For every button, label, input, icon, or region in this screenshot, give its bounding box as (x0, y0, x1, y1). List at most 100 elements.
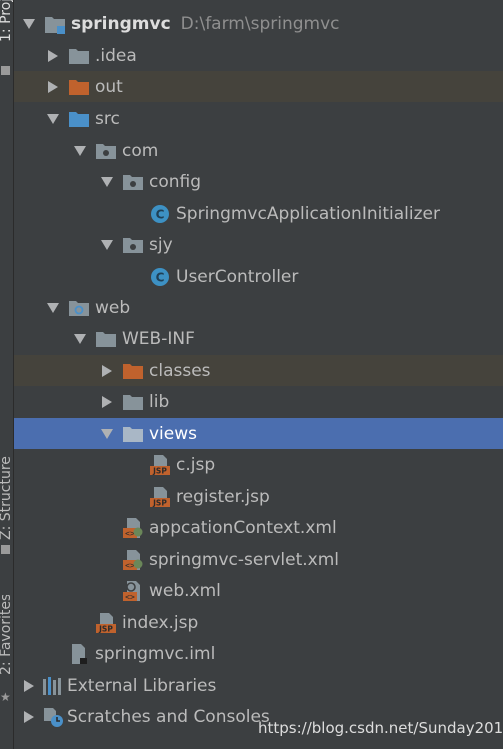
tree-item-label: appcationContext.xml (149, 517, 337, 538)
tree-row-sjy[interactable]: sjy (14, 229, 503, 260)
tree-row-views[interactable]: views (14, 418, 503, 449)
tree-row-c-jsp[interactable]: JSP c.jsp (14, 449, 503, 480)
tree-row-springmvc-servlet-xml[interactable]: <> springmvc-servlet.xml (14, 544, 503, 575)
folder-icon (95, 328, 117, 350)
tree-item-label: config (149, 171, 202, 192)
tree-item-label: WEB-INF (122, 328, 195, 349)
watermark: https://blog.csdn.net/Sunday2017 (258, 719, 503, 737)
tree-row-index-jsp[interactable]: JSP index.jsp (14, 607, 503, 638)
svg-text:<>: <> (125, 529, 135, 538)
tree-row-usercontroller[interactable]: C UserController (14, 261, 503, 292)
tree-row-external-libraries[interactable]: External Libraries (14, 670, 503, 701)
tree-item-label: out (95, 76, 123, 97)
expand-arrow-icon[interactable] (96, 171, 118, 193)
folder-icon (122, 391, 144, 413)
tree-row-lib[interactable]: lib (14, 386, 503, 417)
tree-item-label: SpringmvcApplicationInitializer (176, 203, 440, 224)
excluded-folder-icon (122, 360, 144, 382)
tree-item-label: index.jsp (122, 612, 199, 633)
star-icon: ★ (0, 690, 11, 704)
tree-item-label: web (95, 297, 131, 318)
package-icon (95, 140, 117, 162)
folder-icon (122, 423, 144, 445)
spring-xml-icon: <> (122, 549, 144, 571)
tree-item-label: c.jsp (176, 454, 216, 475)
svg-text:<>: <> (125, 592, 135, 601)
iml-file-icon (68, 643, 90, 665)
expand-arrow-icon[interactable] (18, 13, 40, 35)
svg-text:JSP: JSP (98, 624, 113, 633)
web-folder-icon (68, 297, 90, 319)
svg-text:<>: <> (125, 561, 135, 570)
favorites-tool-tab[interactable]: 2: Favorites (0, 595, 14, 675)
structure-tab-icon (1, 545, 10, 554)
scratches-icon (42, 706, 64, 728)
expand-arrow-icon[interactable] (42, 297, 64, 319)
tree-item-label: springmvc-servlet.xml (149, 549, 339, 570)
svg-text:C: C (156, 270, 165, 284)
class-icon: C (149, 266, 171, 288)
tree-row-com[interactable]: com (14, 135, 503, 166)
tree-item-label: sjy (149, 234, 173, 255)
tree-item-label: com (122, 140, 159, 161)
expand-arrow-icon[interactable] (96, 391, 118, 413)
svg-text:JSP: JSP (152, 466, 167, 475)
libraries-icon (42, 675, 64, 697)
tree-row-springmvc-iml[interactable]: springmvc.iml (14, 638, 503, 669)
tree-row-idea[interactable]: .idea (14, 40, 503, 71)
excluded-folder-icon (68, 76, 90, 98)
expand-arrow-icon[interactable] (42, 108, 64, 130)
expand-arrow-icon[interactable] (42, 76, 64, 98)
jsp-file-icon: JSP (149, 486, 171, 508)
tree-row-src[interactable]: src (14, 103, 503, 134)
module-folder-icon (44, 13, 66, 35)
expand-arrow-icon[interactable] (18, 706, 40, 728)
package-icon (122, 171, 144, 193)
expand-arrow-icon[interactable] (96, 423, 118, 445)
tree-row-out[interactable]: out (14, 71, 503, 102)
project-tree[interactable]: springmvc D:\farm\springmvc .idea out sr… (14, 0, 503, 749)
tree-item-label: External Libraries (67, 675, 217, 696)
expand-arrow-icon[interactable] (96, 234, 118, 256)
tool-window-strip: 1: Proje Z: Structure 2: Favorites ★ (0, 0, 14, 749)
class-icon: C (149, 203, 171, 225)
tree-item-label: src (95, 108, 120, 129)
tree-item-label: UserController (176, 266, 299, 287)
project-tool-tab[interactable]: 1: Proje (0, 0, 14, 42)
tree-item-label: springmvc.iml (95, 643, 216, 664)
tree-row-initializer[interactable]: C SpringmvcApplicationInitializer (14, 198, 503, 229)
tree-item-label: lib (149, 391, 170, 412)
svg-text:JSP: JSP (152, 498, 167, 507)
folder-icon (68, 45, 90, 67)
expand-arrow-icon[interactable] (69, 140, 91, 162)
tree-item-label: Scratches and Consoles (67, 706, 270, 727)
tree-item-label: web.xml (149, 580, 221, 601)
root-path: D:\farm\springmvc (180, 13, 340, 34)
package-icon (122, 234, 144, 256)
structure-tool-tab[interactable]: Z: Structure (0, 440, 14, 540)
svg-text:C: C (156, 207, 165, 221)
expand-arrow-icon[interactable] (18, 675, 40, 697)
tree-row-web[interactable]: web (14, 292, 503, 323)
tree-item-label: .idea (95, 45, 137, 66)
spring-xml-icon: <> (122, 517, 144, 539)
tree-item-label: views (149, 423, 198, 444)
tree-row-root[interactable]: springmvc D:\farm\springmvc (14, 8, 503, 39)
source-folder-icon (68, 108, 90, 130)
web-xml-icon: <> (122, 580, 144, 602)
tree-row-appcationcontext-xml[interactable]: <> appcationContext.xml (14, 512, 503, 543)
project-tab-icon (1, 66, 10, 75)
tree-row-web-xml[interactable]: <> web.xml (14, 575, 503, 606)
expand-arrow-icon[interactable] (69, 328, 91, 350)
expand-arrow-icon[interactable] (96, 360, 118, 382)
jsp-file-icon: JSP (95, 612, 117, 634)
expand-arrow-icon[interactable] (42, 45, 64, 67)
tree-item-label: register.jsp (176, 486, 270, 507)
root-name: springmvc (71, 13, 171, 34)
tree-row-classes[interactable]: classes (14, 355, 503, 386)
tree-row-config[interactable]: config (14, 166, 503, 197)
tree-item-label: classes (149, 360, 211, 381)
jsp-file-icon: JSP (149, 454, 171, 476)
tree-row-register-jsp[interactable]: JSP register.jsp (14, 481, 503, 512)
tree-row-web-inf[interactable]: WEB-INF (14, 323, 503, 354)
